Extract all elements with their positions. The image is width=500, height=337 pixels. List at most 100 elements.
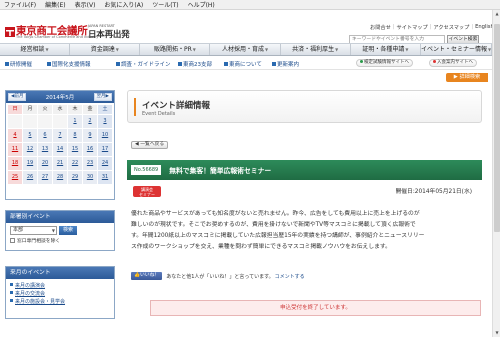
calendar-day[interactable]: 31 (98, 171, 112, 184)
exam-site-link[interactable]: 検定試験情報サイトへ (356, 59, 413, 67)
detailed-search-tab[interactable]: ▶ 詳細検索 (446, 73, 488, 82)
calendar-weekday: 水 (53, 105, 67, 114)
back-to-list-button[interactable]: ◀ 一覧へ戻る (131, 141, 169, 149)
tcci-logo-icon[interactable] (5, 27, 15, 37)
calendar-day[interactable]: 29 (68, 171, 82, 184)
separator: | (429, 24, 432, 30)
next-month-button[interactable]: 翌月▶ (93, 93, 112, 101)
subnav-research[interactable]: 調査・ガイドライン (116, 60, 171, 68)
branch-search-button[interactable]: 検索 (59, 226, 78, 235)
event-description: 優れた商品やサービスがあっても知名度がないと売れません。昨今、広告をしても費用以… (127, 209, 482, 263)
page-title-box: イベント詳細情報 Event Details (127, 90, 482, 123)
event-number: No.56689 (131, 165, 162, 175)
calendar-day[interactable]: 11 (8, 143, 22, 156)
membership-site-link[interactable]: 入会案内サイトへ (429, 59, 477, 67)
branch-select[interactable]: 本部 (10, 226, 57, 235)
square-bullet-icon (224, 62, 228, 66)
link-english[interactable]: English (475, 24, 494, 31)
menu-help[interactable]: ヘルプ(H) (188, 0, 215, 9)
calendar-day[interactable]: 6 (38, 129, 52, 142)
description-line: ス作成のワークショップを交え、業種を問わず簡単にできるマスコミ掲載ノウハウをお伝… (131, 244, 391, 250)
like-button[interactable]: 👍いいね！ (131, 272, 163, 280)
square-bullet-icon (10, 291, 13, 294)
calendar-day[interactable]: 26 (23, 171, 37, 184)
calendar-empty-cell (8, 115, 22, 128)
japan-restart-logo[interactable]: JAPAN RESTART 日本再出発 (88, 24, 130, 40)
calendar-day[interactable]: 21 (53, 157, 67, 170)
calendar-day[interactable]: 18 (8, 157, 22, 170)
scroll-down-icon[interactable]: ▼ (493, 329, 500, 337)
menu-edit[interactable]: 編集(E) (45, 0, 65, 9)
sub-nav: 研修開催 国際化支援情報 調査・ガイドライン 東商23支部 東商について 更新案… (0, 57, 492, 70)
calendar-day[interactable]: 13 (38, 143, 52, 156)
japan-restart-main: 日本再出発 (88, 30, 130, 40)
page-title: イベント詳細情報 (142, 101, 211, 111)
calendar-day[interactable]: 25 (8, 171, 22, 184)
subnav-about[interactable]: 東商について (224, 60, 262, 68)
calendar-day[interactable]: 7 (53, 129, 67, 142)
nav-management-consulting[interactable]: 経営相談▼ (0, 44, 71, 55)
nav-sales-pr[interactable]: 販路開拓・PR▼ (140, 44, 211, 55)
square-bullet-icon (5, 62, 9, 66)
link-next-month-tours[interactable]: 来月の施設会・見学会 (10, 298, 110, 306)
calendar-day[interactable]: 9 (83, 129, 97, 142)
calendar-day[interactable]: 16 (83, 143, 97, 156)
calendar-day[interactable]: 30 (83, 171, 97, 184)
link-contact[interactable]: お問合せ (370, 24, 391, 31)
menu-favorites[interactable]: お気に入り(A) (104, 0, 143, 9)
comment-link[interactable]: コメントする (275, 273, 305, 280)
subnav-branches[interactable]: 東商23支部 (178, 60, 212, 68)
calendar-day[interactable]: 4 (8, 129, 22, 142)
subnav-training[interactable]: 研修開催 (5, 60, 32, 68)
calendar-day[interactable]: 28 (53, 171, 67, 184)
menu-tools[interactable]: ツール(T) (152, 0, 178, 9)
calendar-day[interactable]: 1 (68, 115, 82, 128)
calendar-weekday: 日 (8, 105, 22, 114)
calendar-grid: 日月火水木金土 1 2 3 4 5 6 7 8 9 10 11 12 13 14 15 16 17 18 19 20 21… (6, 103, 114, 186)
calendar-day[interactable]: 12 (23, 143, 37, 156)
calendar-day[interactable]: 3 (98, 115, 112, 128)
checkbox-icon[interactable] (10, 238, 15, 243)
square-bullet-icon (47, 62, 51, 66)
calendar-weekday: 木 (68, 105, 82, 114)
subnav-international[interactable]: 国際化支援情報 (47, 60, 91, 68)
link-access-map[interactable]: アクセスマップ (433, 24, 469, 31)
menu-bar: ファイル(F) 編集(E) 表示(V) お気に入り(A) ツール(T) ヘルプ(… (0, 0, 500, 10)
calendar-day[interactable]: 24 (98, 157, 112, 170)
calendar-day[interactable]: 19 (23, 157, 37, 170)
category-badge: 講演会 セミナー (133, 186, 161, 197)
nav-events[interactable]: イベント・セミナー情報▼ (421, 44, 493, 55)
nav-hr[interactable]: 人材採用・育成▼ (210, 44, 281, 55)
nav-welfare[interactable]: 共済・福利厚生▼ (281, 44, 351, 55)
menu-file[interactable]: ファイル(F) (4, 0, 36, 9)
nav-certificates[interactable]: 証明・各種申請▼ (351, 44, 421, 55)
calendar-day[interactable]: 15 (68, 143, 82, 156)
calendar-day[interactable]: 5 (23, 129, 37, 142)
prev-month-button[interactable]: ◀前月 (8, 93, 27, 101)
link-sitemap[interactable]: サイトマップ (397, 24, 428, 31)
calendar-empty-cell (38, 115, 52, 128)
calendar-day[interactable]: 27 (38, 171, 52, 184)
calendar-day[interactable]: 10 (98, 129, 112, 142)
nav-funding[interactable]: 資金調達▼ (70, 44, 141, 55)
menu-view[interactable]: 表示(V) (75, 0, 96, 9)
calendar-day[interactable]: 22 (68, 157, 82, 170)
event-date: 開催日:2014年05月21日(水) (395, 189, 472, 195)
calendar-month-title: 2014年5月 (45, 95, 75, 101)
calendar-day[interactable]: 17 (98, 143, 112, 156)
subnav-updates[interactable]: 更新案内 (272, 60, 299, 68)
calendar-day[interactable]: 20 (38, 157, 52, 170)
square-bullet-icon (10, 283, 13, 286)
scroll-thumb[interactable] (494, 24, 500, 232)
calendar-day[interactable]: 23 (83, 157, 97, 170)
calendar-day[interactable]: 14 (53, 143, 67, 156)
like-count-text: あなたと他1人が「いいね！」と言っています。 (166, 273, 274, 280)
link-next-month-lectures[interactable]: 来月の講演会 (10, 282, 110, 290)
exclude-consultation-checkbox[interactable]: 窓口専門相談を除く (10, 237, 110, 244)
calendar-day[interactable]: 8 (68, 129, 82, 142)
scroll-up-icon[interactable]: ▲ (493, 10, 500, 18)
square-bullet-icon (272, 62, 276, 66)
vertical-scrollbar[interactable]: ▲ ▼ (492, 10, 500, 337)
link-next-month-networking[interactable]: 来月の交流会 (10, 290, 110, 298)
calendar-day[interactable]: 2 (83, 115, 97, 128)
